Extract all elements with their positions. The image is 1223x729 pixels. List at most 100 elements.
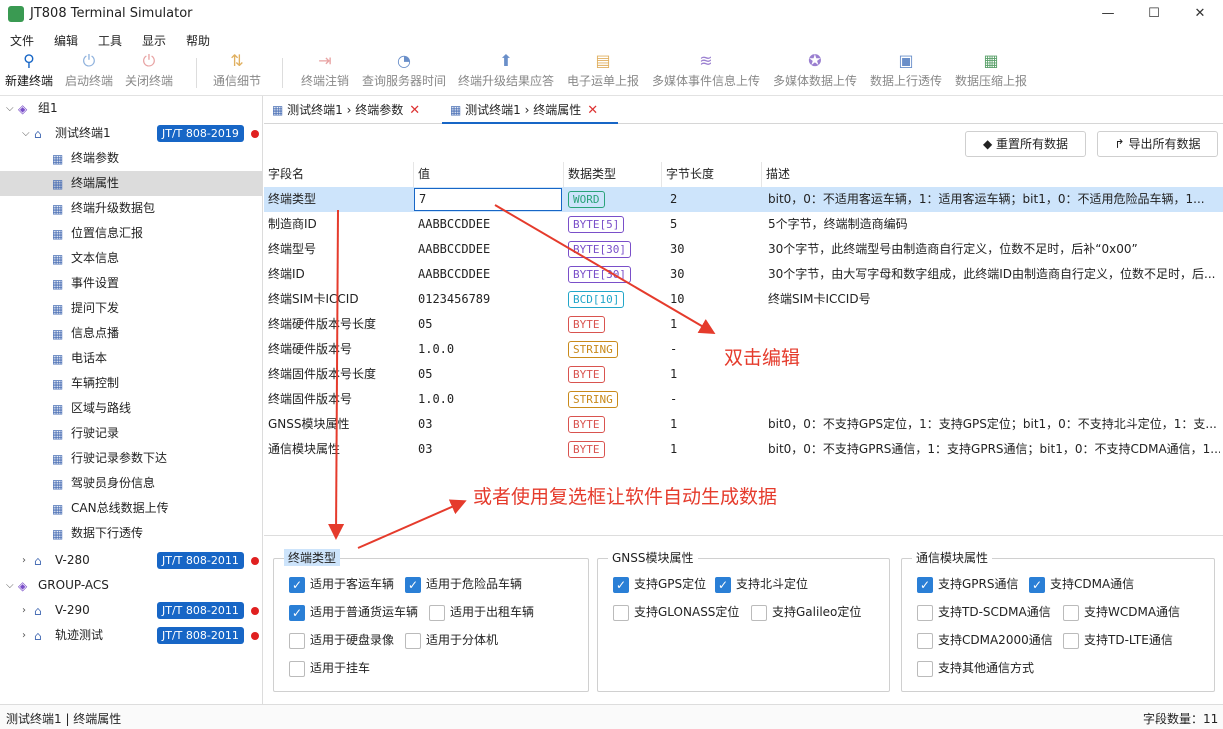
tree-item[interactable]: ▦ 事件设置 bbox=[0, 271, 262, 296]
menu-file[interactable]: 文件 bbox=[10, 32, 34, 49]
cell-value[interactable]: 1.0.0 bbox=[414, 337, 564, 362]
upgrade-ack-button[interactable]: ⬆ 终端升级结果应答 bbox=[457, 52, 555, 89]
checkbox-icon[interactable]: ✓ bbox=[289, 576, 305, 593]
data-uplink-button[interactable]: ▣ 数据上行透传 bbox=[869, 52, 943, 89]
checkbox-option[interactable]: 适用于出租车辆 bbox=[429, 603, 534, 621]
chevron-down-icon[interactable]: ⌵ bbox=[6, 573, 16, 598]
checkbox-icon[interactable] bbox=[429, 604, 445, 621]
checkbox-icon[interactable]: ✓ bbox=[613, 576, 629, 593]
checkbox-option[interactable]: ✓ 支持GPS定位 bbox=[613, 575, 706, 593]
table-row[interactable]: 终端SIM卡ICCID 0123456789 BCD[10] 10 终端SIM卡ICCI… bbox=[264, 287, 1223, 312]
chevron-down-icon[interactable]: ⌵ bbox=[6, 96, 16, 121]
cell-value[interactable]: 05 bbox=[414, 362, 564, 387]
chevron-right-icon[interactable]: › bbox=[22, 623, 32, 648]
checkbox-icon[interactable] bbox=[917, 660, 933, 677]
col-header-name[interactable]: 字段名 bbox=[264, 162, 414, 187]
tree-item[interactable]: ▦ 提问下发 bbox=[0, 296, 262, 321]
table-row[interactable]: 终端硬件版本号长度 05 BYTE 1 bbox=[264, 312, 1223, 337]
table-row[interactable]: 终端ID AABBCCDDEE BYTE[30] 30 30个字节，由大写字母和数字组成… bbox=[264, 262, 1223, 287]
table-row[interactable]: 终端型号 AABBCCDDEE BYTE[30] 30 30个字节，此终端型号由制造商自… bbox=[264, 237, 1223, 262]
tree-terminal-1[interactable]: ⌵ ⌂ 测试终端1 JT/T 808-2019 bbox=[0, 121, 262, 146]
checkbox-icon[interactable]: ✓ bbox=[917, 576, 933, 593]
tab-terminal-params[interactable]: ▦ 测试终端1 › 终端参数 ✕ bbox=[264, 96, 440, 124]
col-header-desc[interactable]: 描述 bbox=[762, 162, 1223, 187]
tree-item[interactable]: ▦ 终端参数 bbox=[0, 146, 262, 171]
tree-item[interactable]: ▦ 车辆控制 bbox=[0, 371, 262, 396]
menu-tools[interactable]: 工具 bbox=[98, 32, 122, 49]
tree-terminal-v290[interactable]: › ⌂ V-290 JT/T 808-2011 bbox=[0, 598, 262, 623]
checkbox-option[interactable]: ✓ 支持CDMA通信 bbox=[1029, 575, 1134, 593]
start-terminal-button[interactable]: ⏻ 启动终端 bbox=[64, 52, 114, 89]
checkbox-option[interactable]: 支持TD-SCDMA通信 bbox=[917, 603, 1051, 621]
checkbox-option[interactable]: 支持GLONASS定位 bbox=[613, 603, 739, 621]
table-row[interactable]: 制造商ID AABBCCDDEE BYTE[5] 5 5个字节，终端制造商编码 bbox=[264, 212, 1223, 237]
col-header-value[interactable]: 值 bbox=[414, 162, 564, 187]
menu-help[interactable]: 帮助 bbox=[186, 32, 210, 49]
cell-value[interactable]: 1.0.0 bbox=[414, 387, 564, 412]
waybill-button[interactable]: ▤ 电子运单上报 bbox=[566, 52, 640, 89]
checkbox-option[interactable]: 适用于挂车 bbox=[289, 659, 370, 677]
table-row[interactable]: 终端固件版本号 1.0.0 STRING - bbox=[264, 387, 1223, 412]
tree-item[interactable]: ▦ 位置信息汇报 bbox=[0, 221, 262, 246]
tree-item[interactable]: ▦ 行驶记录 bbox=[0, 421, 262, 446]
stop-terminal-button[interactable]: ⏻ 关闭终端 bbox=[124, 52, 174, 89]
checkbox-icon[interactable] bbox=[751, 604, 767, 621]
checkbox-icon[interactable] bbox=[917, 604, 933, 621]
logout-button[interactable]: ⇥ 终端注销 bbox=[300, 52, 350, 89]
checkbox-option[interactable]: ✓ 支持北斗定位 bbox=[715, 575, 808, 593]
checkbox-option[interactable]: 支持Galileo定位 bbox=[751, 603, 861, 621]
tree-item[interactable]: ▦ 文本信息 bbox=[0, 246, 262, 271]
tree-item[interactable]: ▦ CAN总线数据上传 bbox=[0, 496, 262, 521]
export-all-button[interactable]: ↱ 导出所有数据 bbox=[1097, 131, 1218, 157]
tree-item[interactable]: ▦ 终端升级数据包 bbox=[0, 196, 262, 221]
media-event-button[interactable]: ≋ 多媒体事件信息上传 bbox=[651, 52, 761, 89]
tree-item[interactable]: ▦ 数据下行透传 bbox=[0, 521, 262, 546]
checkbox-option[interactable]: 支持其他通信方式 bbox=[917, 659, 1034, 677]
cell-value[interactable]: 0123456789 bbox=[414, 287, 564, 312]
table-row[interactable]: GNSS模块属性 03 BYTE 1 bit0，0：不支持GPS定位，1：支持GPS定位… bbox=[264, 412, 1223, 437]
checkbox-icon[interactable] bbox=[1063, 632, 1079, 649]
chevron-down-icon[interactable]: ⌵ bbox=[22, 121, 32, 146]
tree-group-acs[interactable]: ⌵ ◈ GROUP-ACS bbox=[0, 573, 262, 598]
cell-value[interactable]: AABBCCDDEE bbox=[414, 212, 564, 237]
tree-terminal-track[interactable]: › ⌂ 轨迹测试 JT/T 808-2011 bbox=[0, 623, 262, 648]
table-row[interactable]: 终端类型 7 WORD 2 bit0，0：不适用客运车辆，1：适用客运车辆；bit1，0… bbox=[264, 187, 1223, 212]
checkbox-option[interactable]: 适用于硬盘录像 bbox=[289, 631, 394, 649]
checkbox-icon[interactable] bbox=[289, 660, 305, 677]
close-tab-icon[interactable]: ✕ bbox=[587, 103, 598, 118]
new-terminal-button[interactable]: ⚲ 新建终端 bbox=[4, 52, 54, 89]
tree-item[interactable]: ▦ 驾驶员身份信息 bbox=[0, 471, 262, 496]
chevron-right-icon[interactable]: › bbox=[22, 598, 32, 623]
checkbox-option[interactable]: 支持TD-LTE通信 bbox=[1063, 631, 1173, 649]
tree-item[interactable]: ▦ 区域与路线 bbox=[0, 396, 262, 421]
tree-group-1[interactable]: ⌵ ◈ 组1 bbox=[0, 96, 262, 121]
checkbox-icon[interactable] bbox=[613, 604, 629, 621]
cell-value[interactable]: AABBCCDDEE bbox=[414, 237, 564, 262]
query-time-button[interactable]: ◔ 查询服务器时间 bbox=[361, 52, 447, 89]
tab-terminal-props[interactable]: ▦ 测试终端1 › 终端属性 ✕ bbox=[442, 96, 618, 124]
maximize-button[interactable]: ☐ bbox=[1131, 0, 1177, 28]
tree-item[interactable]: ▦ 电话本 bbox=[0, 346, 262, 371]
checkbox-icon[interactable] bbox=[1063, 604, 1079, 621]
minimize-button[interactable]: — bbox=[1085, 0, 1131, 28]
checkbox-icon[interactable] bbox=[917, 632, 933, 649]
checkbox-icon[interactable]: ✓ bbox=[405, 576, 421, 593]
tree-item[interactable]: ▦ 终端属性 bbox=[0, 171, 262, 196]
checkbox-option[interactable]: ✓ 适用于普通货运车辆 bbox=[289, 603, 418, 621]
checkbox-option[interactable]: ✓ 适用于客运车辆 bbox=[289, 575, 394, 593]
checkbox-icon[interactable] bbox=[289, 632, 305, 649]
checkbox-icon[interactable]: ✓ bbox=[289, 604, 305, 621]
comm-detail-button[interactable]: ⇅ 通信细节 bbox=[212, 52, 262, 89]
checkbox-option[interactable]: 适用于分体机 bbox=[405, 631, 498, 649]
cell-value[interactable]: 03 bbox=[414, 412, 564, 437]
tree-terminal-v280[interactable]: › ⌂ V-280 JT/T 808-2011 bbox=[0, 548, 262, 573]
cell-value[interactable]: AABBCCDDEE bbox=[414, 262, 564, 287]
close-window-button[interactable]: ✕ bbox=[1177, 0, 1223, 28]
menu-view[interactable]: 显示 bbox=[142, 32, 166, 49]
reset-all-button[interactable]: ◆ 重置所有数据 bbox=[965, 131, 1086, 157]
cell-value[interactable]: 03 bbox=[414, 437, 564, 462]
checkbox-option[interactable]: 支持WCDMA通信 bbox=[1063, 603, 1180, 621]
checkbox-icon[interactable]: ✓ bbox=[715, 576, 731, 593]
checkbox-icon[interactable]: ✓ bbox=[1029, 576, 1045, 593]
col-header-type[interactable]: 数据类型 bbox=[564, 162, 662, 187]
